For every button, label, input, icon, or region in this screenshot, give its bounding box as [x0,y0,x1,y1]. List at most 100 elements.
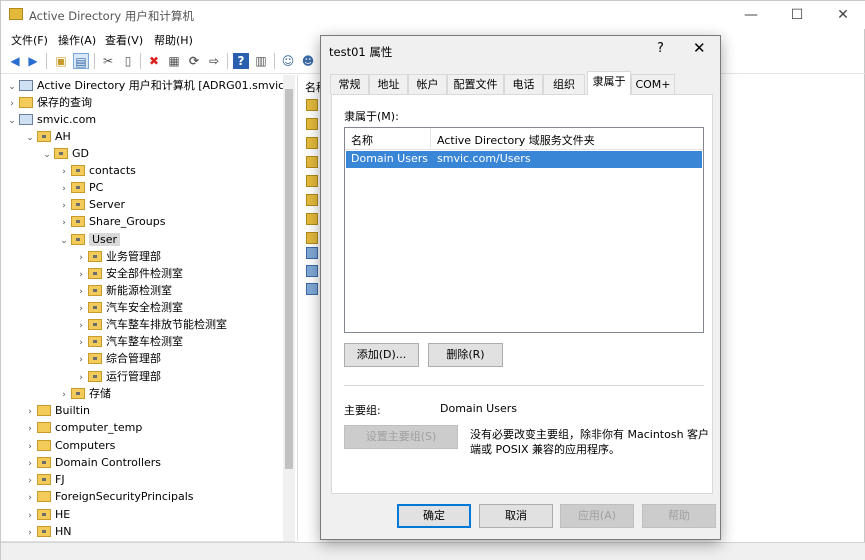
help-button[interactable]: 帮助 [642,504,716,528]
tree-ou-share-groups[interactable]: › Share_Groups [57,213,165,230]
menu-action[interactable]: 操作(A) [58,32,96,48]
tab-com-plus[interactable]: COM+ [631,74,675,94]
tree-container[interactable]: › FJ [23,471,64,488]
ad-root-icon [19,80,33,91]
tab-telephones[interactable]: 电话 [504,74,543,94]
ok-button[interactable]: 确定 [397,504,471,528]
export-list-icon[interactable]: ⇨ [206,53,222,69]
ou-folder-icon [71,165,85,176]
tree-ou-user[interactable]: ⌄ User [57,231,121,250]
tab-profile[interactable]: 配置文件 [447,74,504,94]
tree-container[interactable]: › Domain Controllers [23,454,161,471]
tree-container[interactable]: › HE [23,506,70,523]
scrollbar-thumb[interactable] [285,89,293,469]
column-divider[interactable] [430,128,431,150]
toolbar-separator [227,53,228,69]
tab-member-of[interactable]: 隶属于 [587,71,631,95]
tree-container[interactable]: › Builtin [23,402,90,419]
chevron-right-icon[interactable]: › [23,525,37,541]
new-user-icon[interactable]: ☺ [280,53,296,69]
new-group-icon[interactable]: ☻ [300,53,316,69]
tree-root[interactable]: ⌄Active Directory 用户和计算机 [ADRG01.smvic.c… [5,77,283,94]
main-title-bar: Active Directory 用户和计算机 — ☐ ✕ [1,1,865,29]
tab-general[interactable]: 常规 [330,74,369,94]
tree-ou-dept[interactable]: › 安全部件检测室 [74,265,183,282]
set-primary-group-button[interactable]: 设置主要组(S) [344,425,458,449]
toolbar-separator [140,53,141,69]
chevron-down-icon[interactable]: ⌄ [5,113,19,130]
tab-address[interactable]: 地址 [369,74,408,94]
menu-help[interactable]: 帮助(H) [154,32,193,48]
add-button[interactable]: 添加(D)... [344,343,419,367]
tree-container[interactable]: › computer_temp [23,419,142,436]
chevron-right-icon[interactable]: › [74,352,88,369]
tree-ou-dept[interactable]: › 汽车整车排放节能检测室 [74,316,227,333]
ou-folder-icon [88,268,102,279]
menu-file[interactable]: 文件(F) [11,32,48,48]
tree-ou-dept[interactable]: › 运行管理部 [74,368,161,385]
ou-folder-icon [306,156,318,168]
close-button[interactable]: ✕ [820,1,865,29]
member-of-list[interactable]: 名称 Active Directory 域服务文件夹 Domain Users … [344,127,704,333]
tree-ou-dept[interactable]: › 汽车整车检测室 [74,333,183,350]
ou-folder-icon [306,175,318,187]
minimize-button[interactable]: — [728,1,774,29]
tree-ou-pc[interactable]: › PC [57,179,103,196]
tree-ou-server[interactable]: › Server [57,196,125,213]
apply-button[interactable]: 应用(A) [560,504,634,528]
back-arrow-icon[interactable]: ◀ [7,53,23,69]
primary-group-label: 主要组: [344,404,381,417]
tree-ou-dept[interactable]: › 新能源检测室 [74,282,172,299]
tree-container[interactable]: › HN [23,523,71,541]
up-folder-icon[interactable]: ▣ [53,53,69,69]
tab-account[interactable]: 帐户 [408,74,447,94]
domain-icon [19,114,33,125]
chevron-down-icon[interactable]: ⌄ [40,147,54,164]
help-icon[interactable]: ? [233,53,249,69]
copy-icon[interactable]: ▯ [120,53,136,69]
tab-organization[interactable]: 组织 [543,74,585,94]
tree-ou-dept[interactable]: › 综合管理部 [74,350,161,367]
ou-folder-icon [71,199,85,210]
tree-ou-ah[interactable]: ⌄ AH [23,128,71,145]
tree-ou-storage[interactable]: › 存储 [57,385,111,402]
user-icon [306,283,318,295]
dialog-close-icon[interactable]: ✕ [693,39,706,57]
ou-folder-icon [306,99,318,111]
ou-folder-icon [88,251,102,262]
menu-view[interactable]: 查看(V) [105,32,143,48]
maximize-button[interactable]: ☐ [774,1,820,29]
tree-ou-gd[interactable]: ⌄ GD [40,145,89,162]
properties-icon[interactable]: ▦ [166,53,182,69]
cancel-button[interactable]: 取消 [479,504,553,528]
show-tree-icon[interactable]: ▤ [73,53,89,69]
ou-folder-icon [37,474,51,485]
column-header-folder[interactable]: Active Directory 域服务文件夹 [437,132,595,148]
tree-saved-queries[interactable]: › 保存的查询 [5,94,92,111]
dialog-title: test01 属性 [329,45,393,59]
refresh-icon[interactable]: ⟳ [186,53,202,69]
chevron-right-icon[interactable]: › [57,215,71,232]
chevron-down-icon[interactable]: ⌄ [23,130,37,147]
tree-vertical-scrollbar[interactable] [283,75,295,541]
delete-icon[interactable]: ✖ [146,53,162,69]
tree-domain[interactable]: ⌄ smvic.com [5,111,96,128]
column-header-name[interactable]: 名称 [351,132,373,148]
ou-folder-icon [306,137,318,149]
chevron-down-icon[interactable]: ⌄ [57,233,71,250]
cut-icon[interactable]: ✂ [100,53,116,69]
tree-container[interactable]: › ForeignSecurityPrincipals [23,488,193,507]
chevron-right-icon[interactable]: › [23,421,37,438]
dialog-help-icon[interactable]: ? [657,41,664,56]
tree-ou-dept[interactable]: › 汽车安全检测室 [74,299,183,316]
table-row[interactable]: Domain Users smvic.com/Users [346,151,702,168]
chevron-right-icon[interactable]: › [23,490,37,507]
forward-arrow-icon[interactable]: ▶ [25,53,41,69]
show-pane-icon[interactable]: ▥ [253,53,269,69]
tree-container[interactable]: › Computers [23,437,115,454]
tree-ou-contacts[interactable]: › contacts [57,162,136,179]
folder-icon [19,97,33,108]
primary-group-value: Domain Users [440,402,517,415]
remove-button[interactable]: 删除(R) [428,343,503,367]
tree-ou-dept[interactable]: › 业务管理部 [74,248,161,265]
